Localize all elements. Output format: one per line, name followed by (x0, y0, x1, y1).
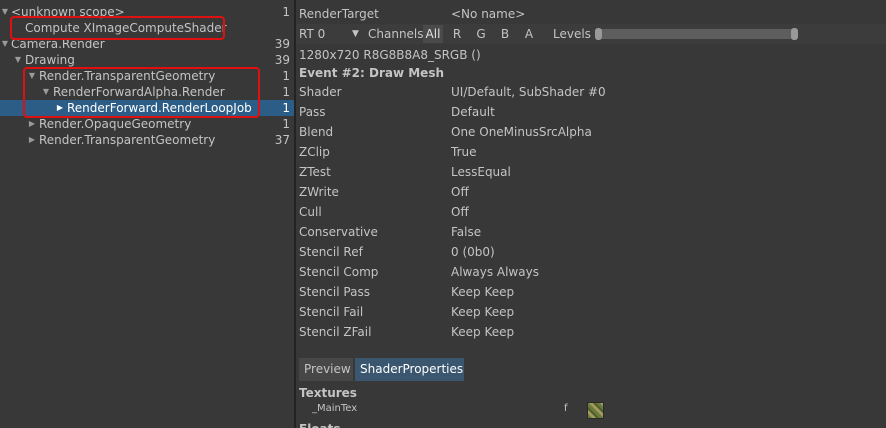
event-count: 1 (282, 117, 290, 131)
expanded-arrow-icon[interactable]: ▼ (27, 68, 37, 84)
tree-row-renderforward-renderloopjob[interactable]: ▶ RenderForward.RenderLoopJob 1 (0, 100, 294, 116)
property-key: Stencil Fail (299, 305, 364, 319)
chevron-down-icon[interactable]: ▼ (352, 24, 359, 44)
tree-row-label: RenderForwardAlpha.Render (53, 85, 225, 99)
texture-name: _MainTex (312, 403, 358, 414)
frame-event-hierarchy: ▼ <unknown scope> 1 Compute XImageComput… (0, 0, 294, 428)
tab-preview[interactable]: Preview (299, 358, 353, 381)
tree-row-label: Render.TransparentGeometry (39, 133, 216, 147)
collapsed-arrow-icon[interactable]: ▶ (27, 132, 37, 148)
rt-dropdown-label[interactable]: RT 0 (299, 24, 325, 44)
tree-row-camera-render[interactable]: ▼ Camera.Render 39 (0, 36, 294, 52)
channel-all-button[interactable]: All (423, 25, 443, 43)
levels-label: Levels (553, 27, 591, 41)
format-text: 1280x720 R8G8B8A8_SRGB () (299, 48, 481, 62)
expanded-arrow-icon[interactable]: ▼ (41, 84, 51, 100)
property-key: Stencil Comp (299, 265, 379, 279)
property-key: Cull (299, 205, 322, 219)
property-key: Shader (299, 85, 342, 99)
property-key: Blend (299, 125, 334, 139)
property-value: Off (451, 185, 469, 199)
channel-g-button[interactable]: G (470, 25, 492, 43)
tree-row-render-opaque-geometry[interactable]: ▶ Render.OpaqueGeometry 1 (0, 116, 294, 132)
tree-row-label: Camera.Render (11, 37, 105, 51)
property-value: Always Always (451, 265, 539, 279)
property-key: Stencil ZFail (299, 325, 372, 339)
event-count: 1 (282, 5, 290, 19)
render-target-value[interactable]: <No name> (451, 4, 525, 24)
floats-heading-text: Floats (299, 419, 341, 428)
property-value: False (451, 225, 482, 239)
event-count: 39 (274, 37, 290, 51)
channel-b-button[interactable]: B (494, 25, 516, 43)
expanded-arrow-icon[interactable]: ▼ (0, 4, 10, 20)
property-value: Keep Keep (451, 325, 515, 339)
property-value: Off (451, 205, 469, 219)
property-key: ZClip (299, 145, 330, 159)
channels-label: Channels (368, 27, 424, 41)
texture-thumbnail[interactable] (587, 402, 604, 419)
levels-range-slider[interactable] (595, 28, 798, 40)
property-key: ZWrite (299, 185, 339, 199)
tree-row-drawing[interactable]: ▼ Drawing 39 (0, 52, 294, 68)
event-count: 1 (282, 101, 290, 115)
property-value: Keep Keep (451, 305, 515, 319)
expanded-arrow-icon[interactable]: ▼ (13, 52, 23, 68)
channel-a-button[interactable]: A (518, 25, 540, 43)
render-target-label: RenderTarget (299, 7, 379, 21)
property-value: UI/Default, SubShader #0 (451, 85, 606, 99)
tree-row-label: Drawing (25, 53, 75, 67)
render-target-toolbar: RT 0 ▼ Channels All R G B A Levels (296, 24, 886, 44)
property-key: ZTest (299, 165, 331, 179)
property-value: True (451, 145, 477, 159)
levels-min-handle[interactable] (595, 28, 602, 40)
event-details-panel: RenderTarget <No name> RT 0 ▼ Channels A… (296, 0, 886, 428)
tree-row-render-transparent-geometry-2[interactable]: ▶ Render.TransparentGeometry 37 (0, 132, 294, 148)
event-count: 39 (274, 53, 290, 67)
tree-row-label: RenderForward.RenderLoopJob (67, 101, 252, 115)
event-count: 1 (282, 85, 290, 99)
event-title-text: Event #2: Draw Mesh (299, 66, 445, 80)
tree-row-label: <unknown scope> (11, 5, 125, 19)
property-value: 0 (0b0) (451, 245, 495, 259)
collapsed-arrow-icon[interactable]: ▶ (27, 116, 37, 132)
levels-max-handle[interactable] (791, 28, 798, 40)
tree-row-label: Compute XImageComputeShader (25, 21, 227, 35)
property-value: Keep Keep (451, 285, 515, 299)
property-value: LessEqual (451, 165, 511, 179)
tree-row-label: Render.OpaqueGeometry (39, 117, 192, 131)
property-key: Stencil Pass (299, 285, 370, 299)
tree-row-unknown-scope[interactable]: ▼ <unknown scope> 1 (0, 4, 294, 20)
property-value: One OneMinusSrcAlpha (451, 125, 592, 139)
event-count: 1 (282, 69, 290, 83)
texture-stage: f (564, 403, 568, 414)
collapsed-arrow-icon[interactable]: ▶ (55, 100, 65, 116)
tree-row-label: Render.TransparentGeometry (39, 69, 216, 83)
channel-r-button[interactable]: R (446, 25, 468, 43)
tree-row-compute-ximage[interactable]: Compute XImageComputeShader (0, 20, 294, 36)
property-key: Pass (299, 105, 326, 119)
event-count: 37 (274, 133, 290, 147)
property-key: Conservative (299, 225, 378, 239)
expanded-arrow-icon[interactable]: ▼ (0, 36, 10, 52)
tree-row-render-transparent-geometry[interactable]: ▼ Render.TransparentGeometry 1 (0, 68, 294, 84)
property-value: Default (451, 105, 495, 119)
tree-row-renderforwardalpha-render[interactable]: ▼ RenderForwardAlpha.Render 1 (0, 84, 294, 100)
property-key: Stencil Ref (299, 245, 363, 259)
tab-shader-properties[interactable]: ShaderProperties (355, 358, 464, 381)
